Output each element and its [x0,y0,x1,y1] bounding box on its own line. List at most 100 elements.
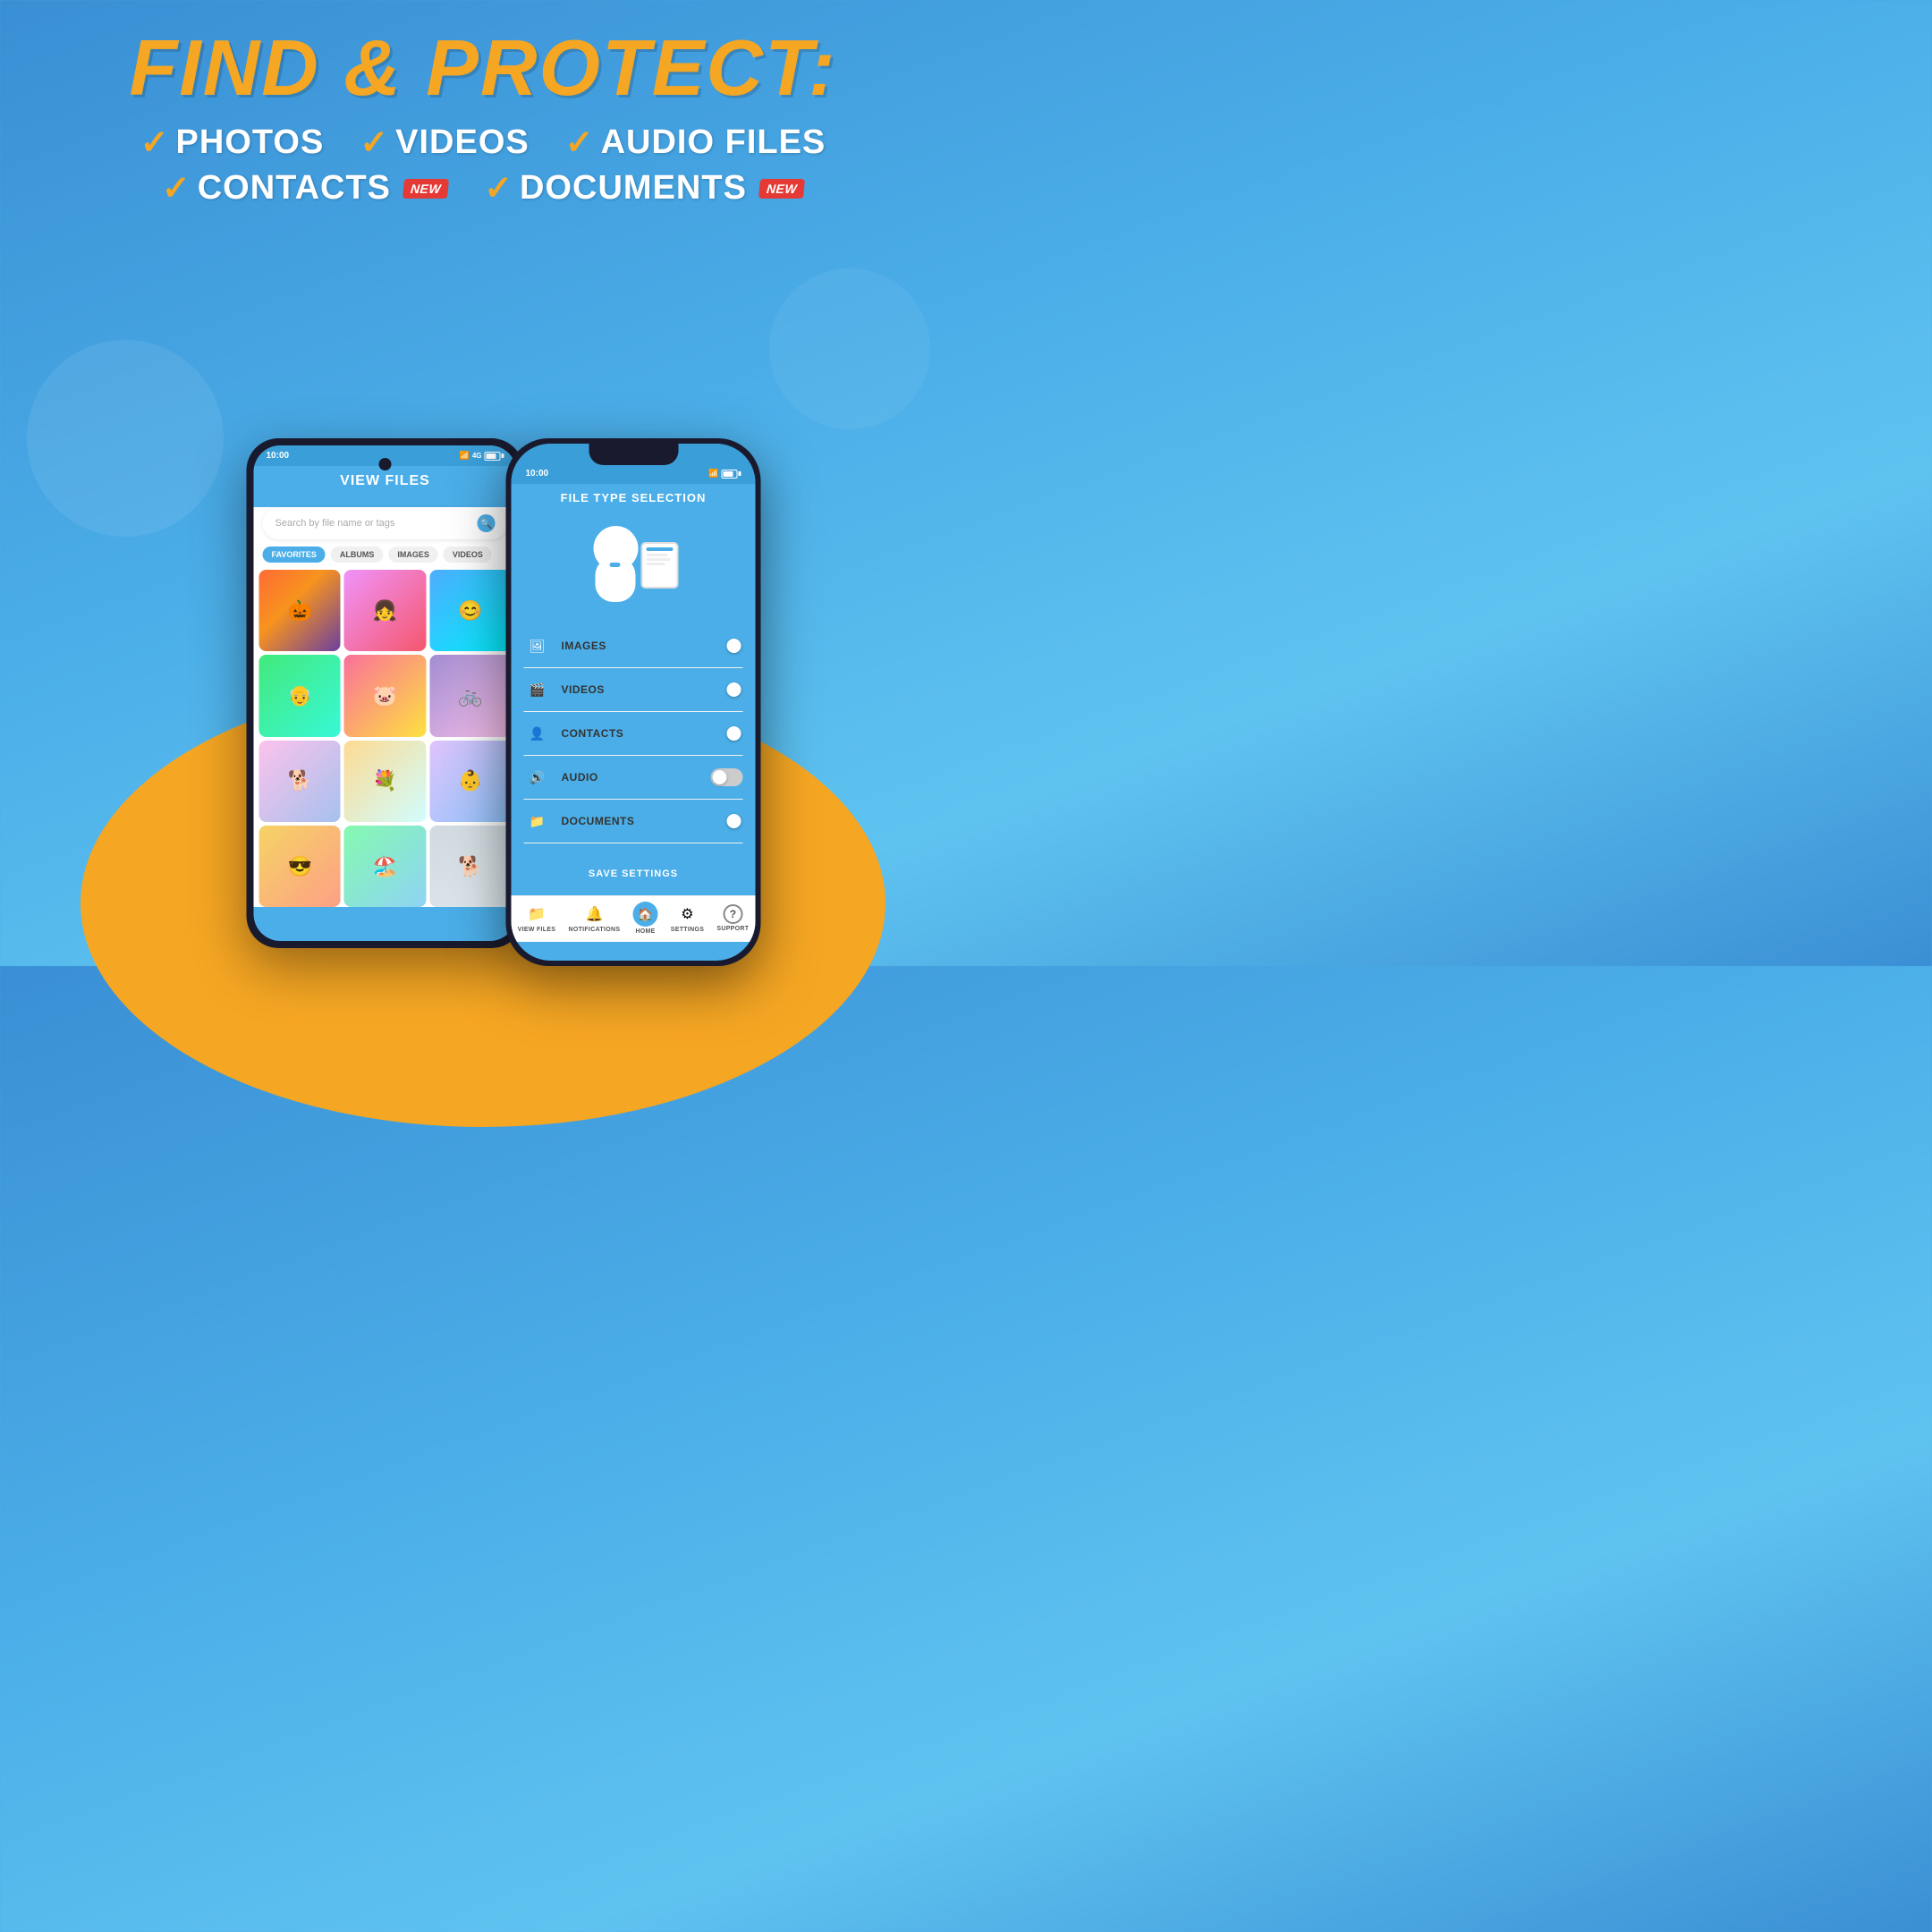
iphone-signal-icon: 📶 [708,469,718,479]
tab-albums[interactable]: ALBUMS [331,547,384,563]
check-photos: ✓ [140,126,169,160]
photo-thumb-11[interactable]: 🏖️ [344,826,426,907]
file-type-row-videos: 🎬 VIDEOS [524,668,743,712]
bg-circle-right [769,268,930,429]
photo-thumb-12[interactable]: 🐕 [429,826,511,907]
android-app-header: VIEW FILES [254,466,517,498]
phone-android: 10:00 📶 4G VIEW FILES Search by fil [247,438,524,948]
check-contacts: ✓ [162,172,191,206]
nav-label-home: HOME [635,928,655,935]
phones-container: 10:00 📶 4G VIEW FILES Search by fil [247,438,761,966]
feature-label-contacts: CONTACTS [198,169,391,208]
network-icon: 4G [472,452,482,460]
tab-videos[interactable]: VIDEOS [444,547,492,563]
search-icon[interactable]: 🔍 [478,514,496,532]
photo-thumb-3[interactable]: 😊 [429,570,511,651]
photo-thumb-7[interactable]: 🐕 [259,741,341,822]
iphone-screen-title: FILE TYPE SELECTION [512,491,756,504]
badge-new-contacts: NEW [402,179,449,199]
iphone-status-icons: 📶 [708,469,741,479]
feature-photos: ✓ PHOTOS [140,123,325,162]
file-type-label-documents: DOCUMENTS [562,815,711,827]
photo-thumb-1[interactable]: 🎃 [259,570,341,651]
features-row-2: ✓ CONTACTS NEW ✓ DOCUMENTS NEW [0,169,966,208]
features-section: ✓ PHOTOS ✓ VIDEOS ✓ AUDIO FILES ✓ CONTAC… [0,123,966,208]
check-audio: ✓ [565,126,594,160]
file-type-label-images: IMAGES [562,640,711,652]
iphone-time: 10:00 [526,469,549,479]
documents-icon: 📁 [524,808,551,835]
wifi-icon: 📶 [460,451,470,461]
iphone-battery-icon [722,470,741,479]
photo-thumb-10[interactable]: 😎 [259,826,341,907]
nav-icon-notifications: 🔔 [583,903,605,925]
photo-thumb-2[interactable]: 👧 [344,570,426,651]
toggle-images[interactable] [711,637,743,655]
nav-item-view-files[interactable]: 📁 VIEW FILES [518,903,556,933]
file-type-row-contacts: 👤 CONTACTS [524,712,743,756]
photo-thumb-5[interactable]: 🐷 [344,655,426,736]
clipboard [640,542,678,589]
mascot-body [595,557,635,602]
feature-label-videos: VIDEOS [395,123,530,162]
file-type-label-audio: AUDIO [562,771,711,784]
save-settings-button[interactable]: SAVE SETTINGS [524,860,743,888]
battery-icon [485,452,504,461]
feature-documents: ✓ DOCUMENTS NEW [484,169,804,208]
android-camera [379,458,392,470]
file-type-row-images: 🖼 IMAGES [524,624,743,668]
images-icon: 🖼 [524,632,551,659]
photo-thumb-6[interactable]: 🚲 [429,655,511,736]
iphone-screen: 10:00 📶 FILE TYPE SELECTION [512,444,756,961]
file-type-row-documents: 📁 DOCUMENTS [524,800,743,843]
nav-icon-view-files: 📁 [526,903,547,925]
photo-thumb-9[interactable]: 👶 [429,741,511,822]
feature-videos: ✓ VIDEOS [360,123,529,162]
nav-label-support: SUPPORT [716,926,749,932]
iphone-notch [589,444,678,465]
nav-item-notifications[interactable]: 🔔 NOTIFICATIONS [569,903,621,933]
contacts-icon: 👤 [524,720,551,747]
android-status-icons: 📶 4G [460,451,504,461]
file-type-label-contacts: CONTACTS [562,727,711,740]
nav-icon-support: ? [723,904,742,924]
mascot-area [512,513,756,615]
header: FIND & PROTECT: [0,0,966,107]
nav-icon-settings: ⚙ [676,903,698,925]
nav-label-notifications: NOTIFICATIONS [569,927,621,933]
file-type-list: 🖼 IMAGES 🎬 VIDEOS 👤 CONTACTS [512,615,756,852]
nav-item-support[interactable]: ? SUPPORT [716,904,749,932]
feature-label-photos: PHOTOS [176,123,325,162]
photo-grid: 🎃 👧 😊 👴 🐷 🚲 🐕 💐 👶 😎 🏖️ 🐕 [254,570,517,907]
mascot-detail [610,563,621,567]
tab-favorites[interactable]: FAVORITES [263,547,326,563]
videos-icon: 🎬 [524,676,551,703]
nav-label-settings: SETTINGS [671,927,704,933]
audio-icon: 🔊 [524,764,551,791]
badge-new-documents: NEW [758,179,805,199]
android-time: 10:00 [267,451,290,461]
feature-label-documents: DOCUMENTS [520,169,747,208]
feature-contacts: ✓ CONTACTS NEW [162,169,448,208]
nav-item-settings[interactable]: ⚙ SETTINGS [671,903,704,933]
iphone-title-bar: FILE TYPE SELECTION [512,484,756,513]
nav-item-home[interactable]: 🏠 HOME [633,902,658,935]
toggle-documents[interactable] [711,812,743,830]
tab-images[interactable]: IMAGES [388,547,438,563]
header-title: FIND & PROTECT: [0,29,966,107]
photo-thumb-4[interactable]: 👴 [259,655,341,736]
toggle-contacts[interactable] [711,724,743,742]
android-search-bar[interactable]: Search by file name or tags 🔍 [263,507,508,539]
features-row-1: ✓ PHOTOS ✓ VIDEOS ✓ AUDIO FILES [0,123,966,162]
phone-iphone: 10:00 📶 FILE TYPE SELECTION [506,438,761,966]
file-type-row-audio: 🔊 AUDIO [524,756,743,800]
android-screen-title: VIEW FILES [254,473,517,489]
toggle-videos[interactable] [711,681,743,699]
android-tabs: FAVORITES ALBUMS IMAGES VIDEOS [254,547,517,570]
toggle-audio[interactable] [711,768,743,786]
search-placeholder: Search by file name or tags [275,518,395,529]
file-type-label-videos: VIDEOS [562,683,711,696]
nav-label-view-files: VIEW FILES [518,927,556,933]
feature-label-audio: AUDIO FILES [601,123,826,162]
photo-thumb-8[interactable]: 💐 [344,741,426,822]
